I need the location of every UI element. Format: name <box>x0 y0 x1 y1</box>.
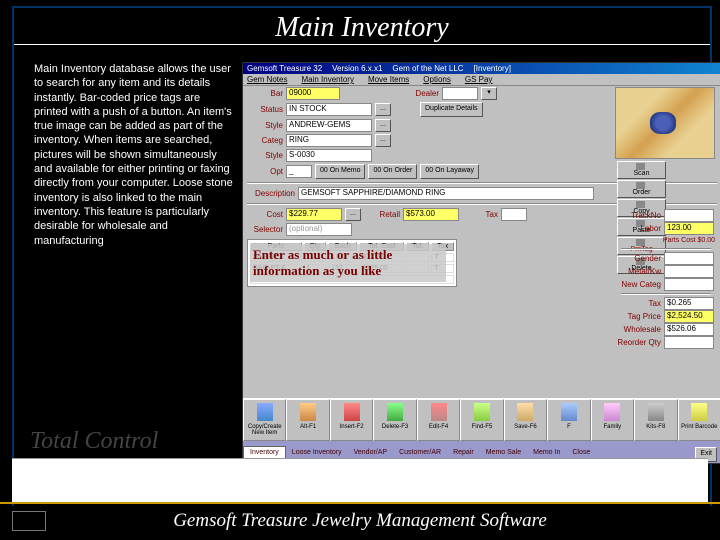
gender-label: Gender <box>617 254 661 263</box>
labor-field[interactable]: 123.00 <box>664 222 714 235</box>
white-gap <box>12 458 708 504</box>
dealer-dots-button[interactable]: ▾ <box>481 87 497 100</box>
tab-inventory[interactable]: Inventory <box>243 446 286 458</box>
tab-memo-in[interactable]: Memo In <box>527 447 566 458</box>
categ-field[interactable]: RING <box>286 134 372 147</box>
description-field[interactable]: GEMSOFT SAPPHIRE/DIAMOND RING <box>298 187 594 200</box>
on-memo-button[interactable]: 00 On Memo <box>315 164 365 179</box>
retail-field[interactable]: $573.00 <box>403 208 459 221</box>
callout-text: Enter as much or as little information a… <box>250 244 446 282</box>
style-dots-button[interactable]: ... <box>375 119 391 132</box>
categ-dots-button[interactable]: ... <box>375 134 391 147</box>
opt-field[interactable]: _ <box>286 165 312 178</box>
menu-gspay[interactable]: GS Pay <box>465 75 493 84</box>
menu-move-items[interactable]: Move Items <box>368 75 409 84</box>
dup-details-button[interactable]: Duplicate Details <box>420 102 483 117</box>
bar-label: Bar <box>247 89 283 98</box>
tb-family[interactable]: Family <box>591 399 634 441</box>
toolbar: Copy/Create New Item Alt-F1 Insert-F2 De… <box>243 398 720 441</box>
bar-field[interactable]: 09000 <box>286 87 340 100</box>
gender-field[interactable] <box>664 252 714 265</box>
reorderqty-field[interactable] <box>664 336 714 349</box>
reorderqty-label: Reorder Qty <box>617 338 661 347</box>
status-label: Status <box>247 105 283 114</box>
tab-repair[interactable]: Repair <box>447 447 480 458</box>
menu-main-inventory[interactable]: Main Inventory <box>301 75 353 84</box>
wholesale-label: Wholesale <box>617 325 661 334</box>
on-layaway-button[interactable]: 00 On Layaway <box>420 164 479 179</box>
tagprice-label: Tag Price <box>617 312 661 321</box>
tb-find[interactable]: Find-F5 <box>460 399 503 441</box>
tb-kits[interactable]: Kits-F8 <box>634 399 677 441</box>
menu-gemnotes[interactable]: Gem Notes <box>247 75 287 84</box>
style2-field[interactable]: S-0030 <box>286 149 372 162</box>
tab-memo-sale[interactable]: Memo Sale <box>480 447 527 458</box>
description-text: Main Inventory database allows the user … <box>34 62 234 248</box>
tab-close[interactable]: Close <box>566 447 596 458</box>
cost-field[interactable]: $229.77 <box>286 208 342 221</box>
opt-label: Opt <box>247 167 283 176</box>
tax2-field[interactable]: $0.265 <box>664 297 714 310</box>
selector-label: Selector <box>247 225 283 234</box>
subtitle-text: Total Control <box>30 428 158 455</box>
page-title: Main Inventory <box>14 8 710 45</box>
labor-label: Labor <box>617 224 661 233</box>
description-label: Description <box>247 189 295 198</box>
menubar: Gem Notes Main Inventory Move Items Opti… <box>243 74 720 86</box>
right-panel: TrackNo Labor123.00 Parts Cost $0.00 Gen… <box>617 209 715 349</box>
status-field[interactable]: IN STOCK <box>286 103 372 116</box>
item-photo <box>615 87 715 159</box>
tb-alt-f1[interactable]: Alt-F1 <box>286 399 329 441</box>
metalkw-label: Metal/Kw <box>617 267 661 276</box>
tax-label: Tax <box>462 210 498 219</box>
tab-loose-inventory[interactable]: Loose Inventory <box>286 447 348 458</box>
tb-edit[interactable]: Edit-F4 <box>417 399 460 441</box>
style-label: Style <box>247 121 283 130</box>
tab-vendor-ap[interactable]: Vendor/AP <box>348 447 393 458</box>
wholesale-field[interactable]: $526.06 <box>664 323 714 336</box>
categ-label: Categ <box>247 136 283 145</box>
newcateg-label: New Categ <box>617 280 661 289</box>
tb-copy-create[interactable]: Copy/Create New Item <box>243 399 286 441</box>
style2-label: Style <box>247 151 283 160</box>
style-field[interactable]: ANDREW-GEMS <box>286 119 372 132</box>
app-context: [Inventory] <box>474 64 511 73</box>
tagprice-field[interactable]: $2,524.50 <box>664 310 714 323</box>
tax2-label: Tax <box>617 299 661 308</box>
cost-label: Cost <box>247 210 283 219</box>
status-dots-button[interactable]: ... <box>375 103 391 116</box>
tab-customer-ar[interactable]: Customer/AR <box>393 447 447 458</box>
dealer-label: Dealer <box>403 89 439 98</box>
cost-dots-button[interactable]: ... <box>345 208 361 221</box>
tb-print-barcode[interactable]: Print Barcode <box>678 399 720 441</box>
tb-delete[interactable]: Delete-F3 <box>373 399 416 441</box>
trackno-label: TrackNo <box>617 211 661 220</box>
on-order-button[interactable]: 00 On Order <box>368 164 417 179</box>
tax-field[interactable] <box>501 208 527 221</box>
app-name: Gemsoft Treasure 32 <box>247 64 322 73</box>
selector-field[interactable]: (optional) <box>286 223 352 236</box>
app-company: Gem of the Net LLC <box>392 64 463 73</box>
tb-insert[interactable]: Insert-F2 <box>330 399 373 441</box>
newcateg-field[interactable] <box>664 278 714 291</box>
trackno-field[interactable] <box>664 209 714 222</box>
order-button[interactable]: Order <box>617 180 666 198</box>
footer-text: Gemsoft Treasure Jewelry Management Soft… <box>0 508 720 540</box>
tb-f[interactable]: F <box>547 399 590 441</box>
menu-options[interactable]: Options <box>423 75 451 84</box>
parts-cost-text: Parts Cost $0.00 <box>617 235 715 246</box>
scan-button[interactable]: Scan <box>617 161 666 179</box>
app-version: Version 6.x.x1 <box>332 64 382 73</box>
tb-save[interactable]: Save-F6 <box>504 399 547 441</box>
retail-label: Retail <box>364 210 400 219</box>
metalkw-field[interactable] <box>664 265 714 278</box>
dealer-field[interactable] <box>442 87 478 100</box>
titlebar: Gemsoft Treasure 32 Version 6.x.x1 Gem o… <box>243 63 720 74</box>
